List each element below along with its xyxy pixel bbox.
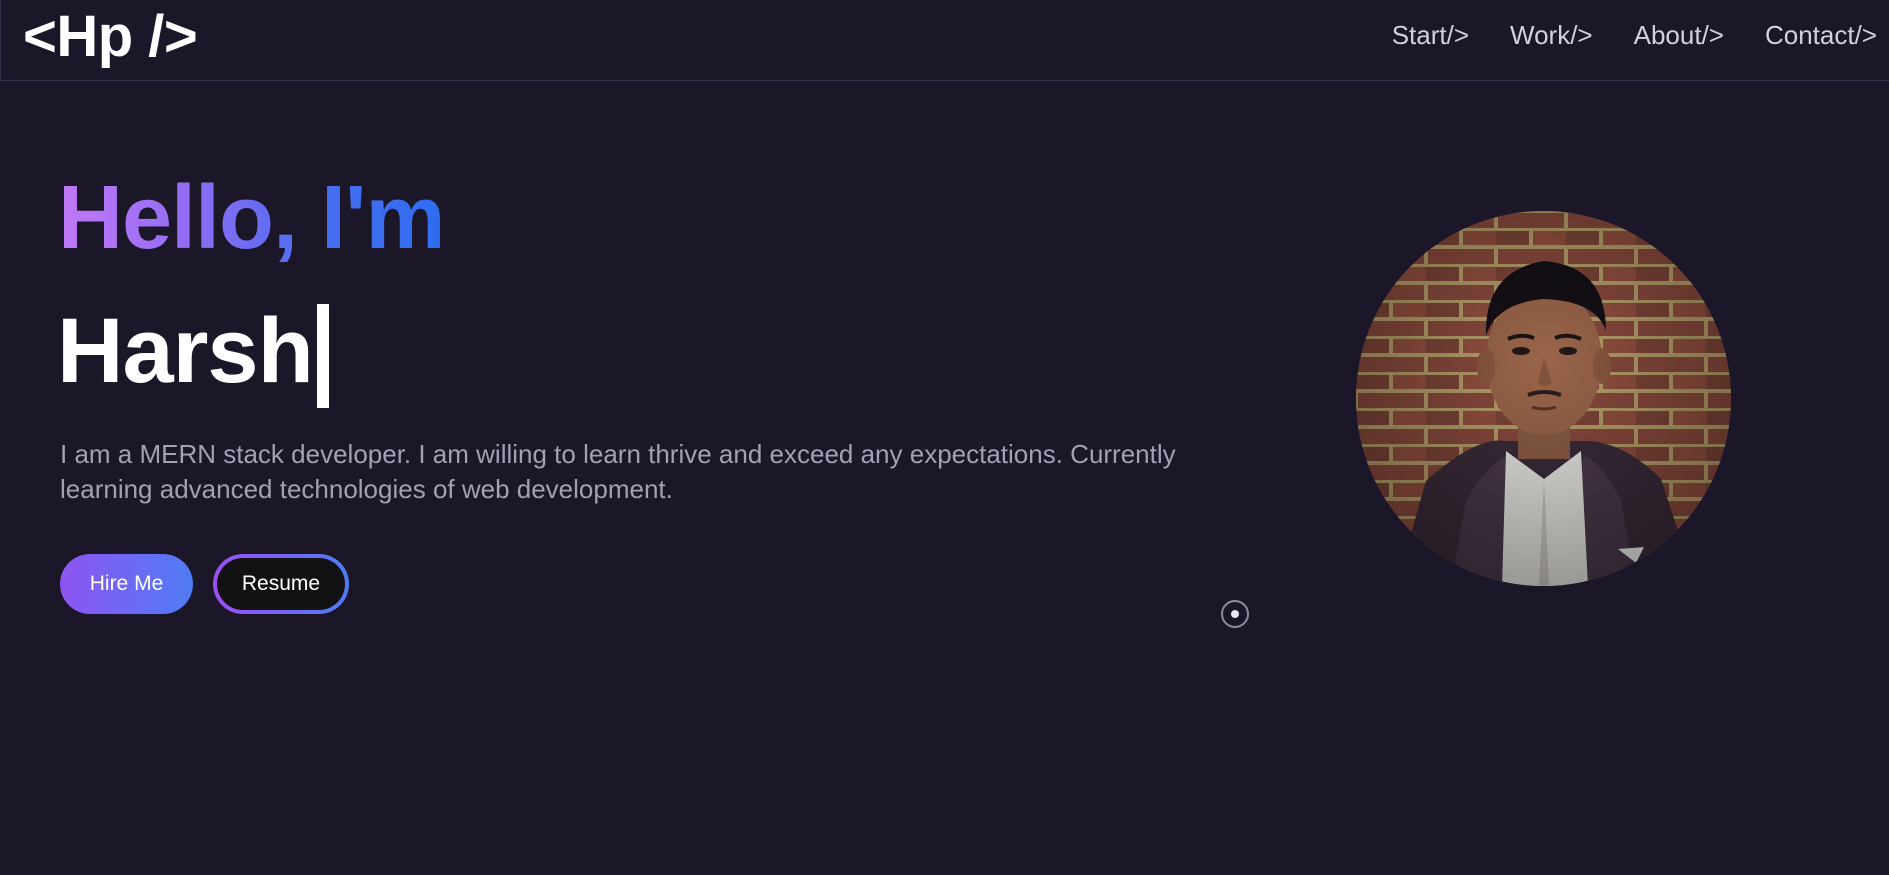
resume-label: Resume: [241, 572, 321, 595]
nav-link-work[interactable]: Work/>: [1510, 20, 1593, 51]
profile-photo: [1356, 211, 1731, 586]
resume-button-inner: Resume: [217, 558, 345, 610]
resume-button[interactable]: Resume: [213, 554, 349, 614]
hero-name: Harsh: [57, 300, 314, 402]
hire-me-button[interactable]: Hire Me: [60, 554, 193, 614]
typing-cursor: [316, 304, 329, 408]
hire-me-label: Hire Me: [89, 572, 164, 595]
nav-link-about[interactable]: About/>: [1634, 20, 1724, 51]
scroll-indicator-icon[interactable]: [1221, 600, 1249, 628]
hero-description: I am a MERN stack developer. I am willin…: [60, 439, 1176, 504]
nav-link-contact[interactable]: Contact/>: [1765, 20, 1877, 51]
hero-greeting: Hello, I'm: [58, 168, 445, 268]
scroll-dot: [1231, 610, 1239, 618]
hero-name-wrap: Harsh: [57, 296, 329, 408]
logo[interactable]: <Hp />: [23, 4, 198, 70]
navbar: <Hp /> Start/> Work/> About/> Contact/>: [0, 0, 1889, 81]
nav-links: Start/> Work/> About/> Contact/>: [1392, 0, 1877, 70]
avatar: [1356, 211, 1731, 586]
nav-link-start[interactable]: Start/>: [1392, 20, 1469, 51]
